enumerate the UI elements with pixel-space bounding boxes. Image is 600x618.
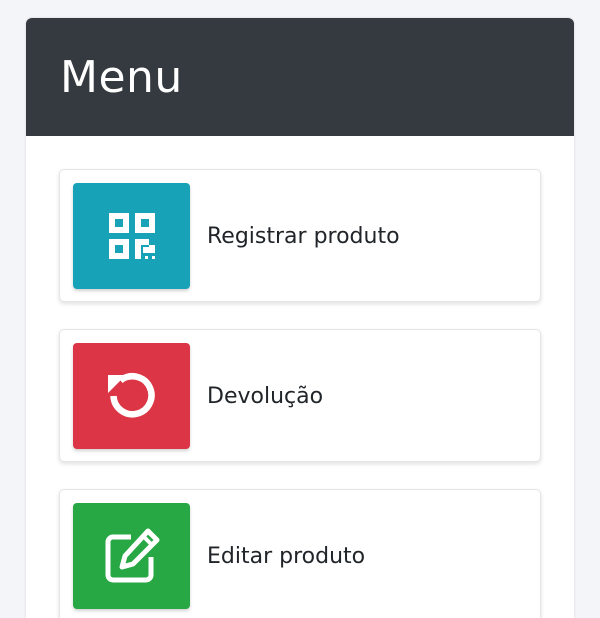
menu-item-tile bbox=[73, 343, 190, 449]
menu-item-tile bbox=[73, 183, 190, 289]
menu-item-registrar-produto[interactable]: Registrar produto bbox=[59, 169, 541, 302]
qrcode-icon bbox=[108, 213, 155, 259]
menu-item-label: Registrar produto bbox=[207, 224, 400, 249]
menu-item-tile bbox=[73, 503, 190, 609]
menu-panel: Menu Registrar produto Devolução Editar … bbox=[26, 18, 574, 618]
menu-item-editar-produto[interactable]: Editar produto bbox=[59, 489, 541, 618]
edit-icon bbox=[105, 528, 159, 583]
undo-icon bbox=[107, 373, 155, 418]
menu-item-label: Devolução bbox=[207, 384, 324, 409]
menu-item-label: Editar produto bbox=[207, 544, 366, 569]
page-title: Menu bbox=[60, 51, 183, 103]
panel-header: Menu bbox=[26, 18, 574, 136]
menu-item-devolucao[interactable]: Devolução bbox=[59, 329, 541, 462]
